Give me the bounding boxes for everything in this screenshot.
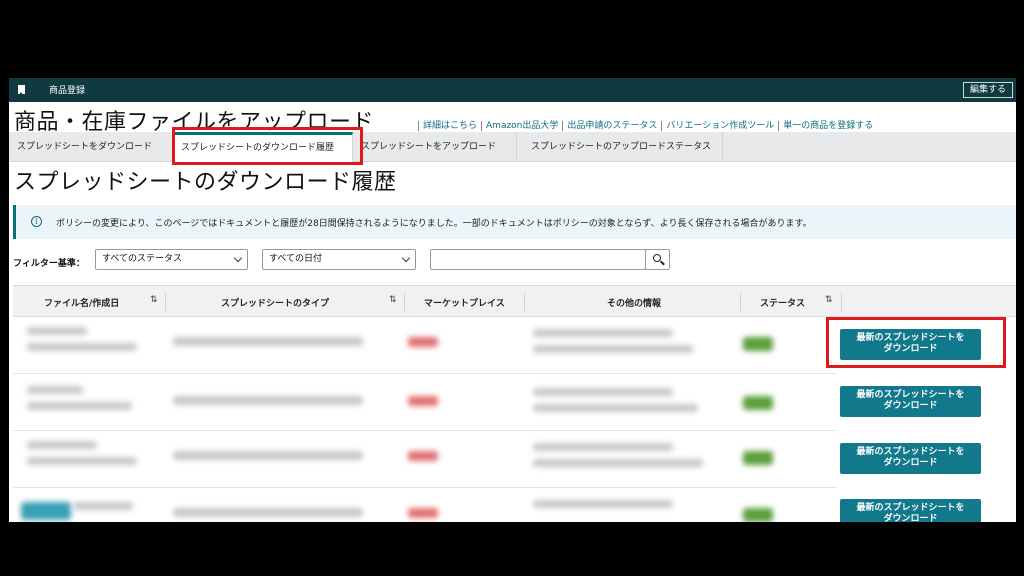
link-variation-wizard[interactable]: バリエーション作成ツール [661, 121, 779, 131]
tab-upload-status[interactable]: スプレッドシートのアップロードステータス [517, 132, 723, 162]
status-filter-value: すべてのステータス [102, 254, 183, 264]
column-marketplace: マーケットプレイス [424, 299, 505, 309]
status-filter-select[interactable]: すべてのステータス [95, 249, 248, 270]
sort-icon[interactable]: ⇅ [825, 295, 833, 305]
top-bar: 商品登録 編集する [9, 78, 1016, 102]
info-icon: i [31, 216, 42, 227]
bookmark-icon[interactable] [18, 85, 25, 95]
info-message: ポリシーの変更により、このページではドキュメントと履歴が28日間保持されるように… [56, 219, 812, 229]
table-header: ファイル名/作成日 ⇅ スプレッドシートのタイプ ⇅ マーケットプレイス その他… [13, 285, 1016, 317]
search-input[interactable] [430, 249, 646, 270]
app-frame: 商品登録 編集する 商品・在庫ファイルをアップロード 詳細はこちら Amazon出… [9, 78, 1016, 522]
date-filter-select[interactable]: すべての日付 [262, 249, 416, 270]
sort-icon[interactable]: ⇅ [389, 295, 397, 305]
link-add-single-product[interactable]: 単一の商品を登録する [778, 121, 878, 131]
download-latest-button[interactable]: 最新のスプレッドシートを ダウンロード [840, 499, 981, 522]
highlight-box-button [826, 317, 1006, 368]
chevron-down-icon [401, 253, 411, 263]
column-spreadsheet-type[interactable]: スプレッドシートのタイプ [221, 296, 329, 309]
tab-upload-spreadsheet[interactable]: スプレッドシートをアップロード [353, 132, 517, 162]
tab-download-spreadsheet[interactable]: スプレッドシートをダウンロード [9, 132, 173, 162]
link-approval-status[interactable]: 出品申請のステータス [562, 121, 662, 131]
link-seller-university[interactable]: Amazon出品大学 [481, 121, 563, 131]
date-filter-value: すべての日付 [269, 254, 323, 264]
edit-button[interactable]: 編集する [962, 82, 1013, 98]
highlight-box-tab [172, 127, 363, 165]
column-other-info: その他の情報 [607, 299, 662, 309]
download-latest-button[interactable]: 最新のスプレッドシートを ダウンロード [840, 443, 981, 474]
topbar-title: 商品登録 [49, 86, 86, 96]
download-latest-button[interactable]: 最新のスプレッドシートを ダウンロード [840, 386, 981, 417]
column-status[interactable]: ステータス [760, 296, 805, 309]
column-file-name[interactable]: ファイル名/作成日 [44, 296, 119, 309]
filter-label: フィルター基準： [13, 259, 85, 269]
info-banner: i ポリシーの変更により、このページではドキュメントと履歴が28日間保持されるよ… [13, 205, 1016, 239]
chevron-down-icon [233, 253, 243, 263]
sort-icon[interactable]: ⇅ [150, 295, 158, 305]
tab-bar: スプレッドシートをダウンロード スプレッドシートのダウンロード履歴 スプレッドシ… [9, 132, 723, 162]
tab-bar-filler [723, 132, 1016, 162]
section-title: スプレッドシートのダウンロード履歴 [14, 170, 397, 195]
search-button[interactable] [645, 249, 670, 270]
header-links: 詳細はこちら Amazon出品大学 出品申請のステータス バリエーション作成ツール 単一… [418, 118, 878, 131]
link-learn-more[interactable]: 詳細はこちら [418, 121, 482, 131]
